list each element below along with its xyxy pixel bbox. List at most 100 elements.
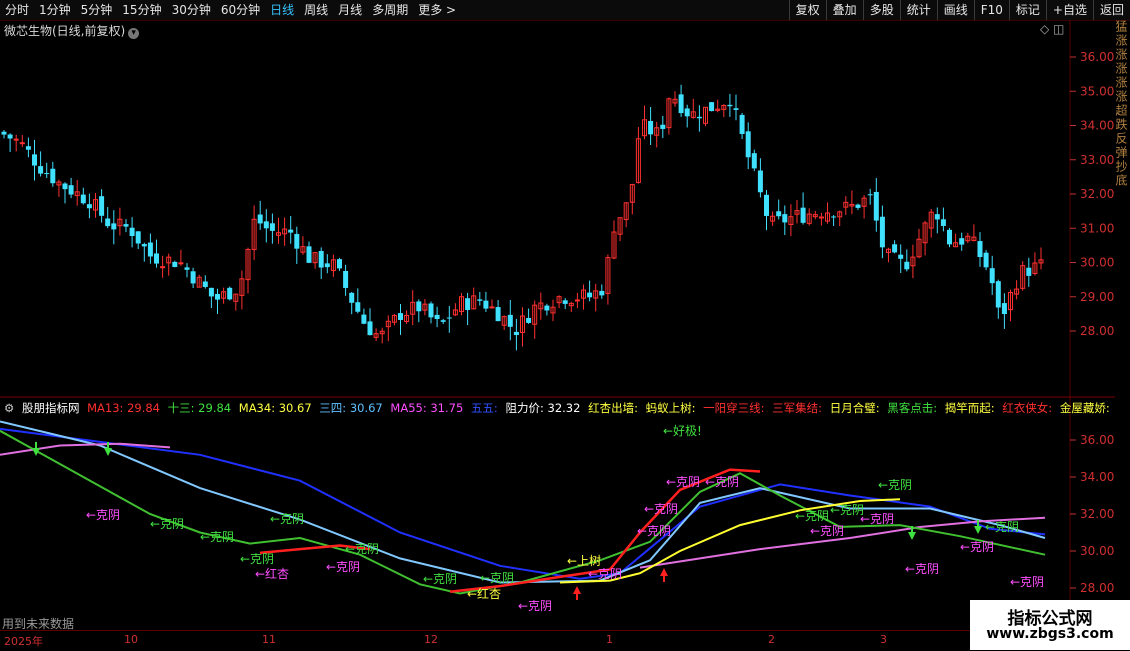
logo-url: www.zbgs3.com	[986, 626, 1114, 642]
indicator-name[interactable]: 股朋指标网	[22, 401, 80, 415]
ind-tick-label: 36.00	[1080, 433, 1114, 447]
label-keyin-21: ←克阴	[960, 540, 994, 554]
up-arrow-red	[573, 586, 581, 594]
label-keyin-14: ←克阴	[666, 475, 700, 489]
candle-down	[86, 204, 92, 209]
label-keyin-10: ←克阴	[518, 599, 552, 613]
label-keyin-6: ←克阴	[345, 542, 379, 556]
candle-down	[263, 221, 269, 229]
stats-button[interactable]: 统计	[899, 0, 937, 20]
f10-button[interactable]: F10	[973, 0, 1009, 20]
label-keyin-22: ←克阴	[985, 520, 1019, 534]
candle-down	[105, 218, 111, 227]
candle-down	[227, 287, 233, 300]
back-button[interactable]: 返回	[1092, 0, 1130, 20]
candle-down	[62, 183, 68, 190]
candle-down	[288, 229, 294, 233]
label-keyin-18: ←克阴	[860, 512, 894, 526]
candle-down	[989, 268, 995, 284]
draw-line-button[interactable]: 画线	[936, 0, 974, 20]
period-tab-30min[interactable]: 30分钟	[167, 0, 216, 20]
mark-button[interactable]: 标记	[1008, 0, 1046, 20]
price-axis: 36.00 35.00 34.00 33.00 32.00 31.00 30.00 29.00…	[1070, 50, 1114, 338]
candle-down	[745, 131, 751, 158]
period-tab-15min[interactable]: 15分钟	[117, 0, 166, 20]
price-tick-label: 31.00	[1080, 221, 1114, 235]
date-label-2025: 2025年	[4, 635, 43, 648]
candle-down	[513, 331, 519, 336]
label-keyin-13: ←克阴	[644, 502, 678, 516]
down-arrow-green-2	[908, 532, 916, 540]
indicator-settings-icon[interactable]: ⚙	[4, 401, 14, 415]
candle-down	[324, 263, 330, 268]
candle-down	[709, 102, 715, 112]
candle-down	[867, 194, 873, 196]
candle-down	[172, 261, 178, 267]
price-tick-label: 36.00	[1080, 50, 1114, 64]
period-tab-5min[interactable]: 5分钟	[76, 0, 118, 20]
candle-up	[19, 142, 25, 145]
right-button-group: 复权 叠加 多股 统计 画线 F10 标记 +自选 返回	[788, 0, 1130, 20]
label-hongxing-2: ←红杏	[467, 586, 501, 601]
candle-down	[318, 250, 324, 268]
legend-hongyi: 红衣侠女:	[1002, 401, 1053, 415]
price-tick-label: 33.00	[1080, 153, 1114, 167]
label-keyin-8: ←克阴	[423, 572, 457, 586]
candle-down	[483, 300, 489, 309]
date-label-12: 12	[424, 633, 438, 646]
label-keyin-19: ←克阴	[810, 524, 844, 538]
price-tick-label: 30.00	[1080, 256, 1114, 270]
label-keyin-7: ←克阴	[326, 560, 360, 574]
candle-down	[99, 196, 105, 216]
candlestick-chart[interactable]: 36.00 35.00 34.00 33.00 32.00 31.00 30.00 29.00…	[0, 20, 1115, 650]
ind-tick-label: 30.00	[1080, 544, 1114, 558]
multi-stock-button[interactable]: 多股	[862, 0, 900, 20]
candle-down	[904, 261, 910, 270]
candle-down	[757, 170, 763, 193]
candle-down	[977, 241, 983, 258]
down-arrow-green-3	[974, 526, 982, 534]
period-tab-multi[interactable]: 多周期	[367, 0, 413, 20]
candle-down	[440, 320, 446, 322]
period-tab-weekly[interactable]: 周线	[299, 0, 333, 20]
label-keyin-16: ←克阴	[795, 509, 829, 523]
legend-mayi: 蚂蚁上树:	[645, 401, 696, 415]
candle-down	[1026, 267, 1032, 276]
period-tab-intraday[interactable]: 分时	[0, 0, 34, 20]
candle-down	[269, 223, 275, 231]
candle-down	[190, 271, 196, 284]
add-watchlist-button[interactable]: +自选	[1045, 0, 1093, 20]
candle-down	[831, 216, 837, 218]
period-tab-more[interactable]: 更多 >	[413, 0, 461, 20]
candle-down	[879, 216, 885, 248]
period-tab-monthly[interactable]: 月线	[333, 0, 367, 20]
date-label-11: 11	[262, 633, 276, 646]
candle-down	[739, 114, 745, 134]
overlay-button[interactable]: 叠加	[825, 0, 863, 20]
adjust-button[interactable]: 复权	[788, 0, 826, 20]
label-keyin-20: ←克阴	[878, 478, 912, 492]
legend-resistance: 阻力价: 32.32	[505, 401, 581, 415]
label-keyin-2: ←克阴	[150, 517, 184, 531]
candle-down	[507, 314, 513, 327]
legend-yiyang: 一阳穿三线:	[703, 401, 765, 415]
legend-ma55: MA55: 31.75	[390, 401, 464, 415]
label-shangshu: ←上树	[567, 553, 601, 568]
period-tab-60min[interactable]: 60分钟	[216, 0, 265, 20]
candle-up	[489, 306, 495, 309]
candle-down	[147, 242, 153, 257]
candle-down	[416, 301, 422, 312]
candle-down	[25, 146, 31, 150]
price-tick-label: 35.00	[1080, 84, 1114, 98]
candle-down	[446, 317, 452, 319]
ma55-pink-line	[0, 442, 1046, 569]
candle-down	[764, 194, 769, 216]
candle-down	[306, 246, 312, 263]
period-tab-daily[interactable]: 日线	[265, 0, 299, 20]
legend-wuwu: 五五:	[470, 401, 498, 415]
period-tab-1min[interactable]: 1分钟	[34, 0, 76, 20]
candle-down	[123, 224, 129, 227]
legend-sanjun: 三军集结:	[772, 401, 823, 415]
candle-down	[959, 238, 965, 245]
indicator-legend: ⚙ 股朋指标网 MA13: 29.84 十三: 29.84 MA34: 30.6…	[4, 400, 1114, 416]
